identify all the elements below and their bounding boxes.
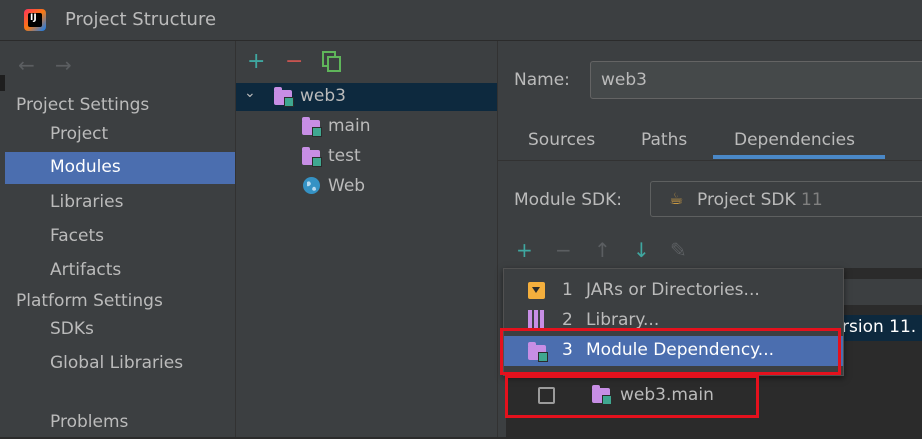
tree-node-test[interactable]: test <box>236 143 497 171</box>
chevron-down-icon[interactable]: ⌄ <box>244 85 256 101</box>
back-arrow-icon[interactable]: ← <box>18 53 35 77</box>
module-tree-panel: + − ⌄ web3 main test Web <box>236 41 498 437</box>
nav-item-artifacts[interactable]: Artifacts <box>5 255 235 287</box>
move-up-icon[interactable]: ↑ <box>594 238 611 262</box>
menu-item-number: 1 <box>562 280 573 300</box>
highlight-box-web3-main <box>505 375 759 418</box>
nav-item-label: Global Libraries <box>50 353 184 373</box>
module-name-field[interactable]: web3 <box>590 61 922 99</box>
move-down-icon[interactable]: ↓ <box>633 238 650 262</box>
tab-sources[interactable]: Sources <box>528 130 595 150</box>
nav-item-sdks[interactable]: SDKs <box>5 314 235 346</box>
table-header <box>842 279 922 305</box>
nav-item-global-libraries[interactable]: Global Libraries <box>5 348 235 380</box>
forward-arrow-icon[interactable]: → <box>55 53 72 77</box>
nav-item-libraries[interactable]: Libraries <box>5 187 235 219</box>
copy-icon[interactable] <box>322 51 342 79</box>
menu-item-label: Library... <box>586 310 660 330</box>
tree-node-main[interactable]: main <box>236 113 497 141</box>
library-icon <box>528 310 545 329</box>
java-cup-icon: ☕ <box>669 189 684 208</box>
active-tab-indicator <box>713 155 885 159</box>
module-folder-icon <box>274 87 294 107</box>
title-bar: IJ Project Structure <box>0 0 922 41</box>
intellij-logo-icon: IJ <box>24 9 46 31</box>
nav-item-label: Libraries <box>50 192 124 212</box>
edit-icon[interactable]: ✎ <box>670 238 687 262</box>
module-sdk-label: Module SDK: <box>514 190 622 210</box>
module-sdk-dropdown[interactable]: ☕ Project SDK 11 <box>650 181 922 217</box>
tree-node-label: test <box>328 146 361 166</box>
menu-item-jars-or-directories[interactable]: 1 JARs or Directories... <box>504 276 843 306</box>
module-name-value: web3 <box>601 70 647 90</box>
remove-dependency-icon[interactable]: − <box>555 238 572 262</box>
globe-icon <box>302 176 321 200</box>
tree-node-web3[interactable]: ⌄ web3 <box>236 83 497 111</box>
tab-dependencies[interactable]: Dependencies <box>734 130 855 150</box>
platform-settings-heading: Platform Settings <box>16 291 163 311</box>
settings-nav: ← → Project Settings Project Modules Lib… <box>5 41 236 437</box>
menu-item-label: JARs or Directories... <box>586 280 760 300</box>
add-icon[interactable]: + <box>247 49 265 74</box>
module-folder-icon <box>302 117 322 137</box>
add-dependency-icon[interactable]: + <box>516 238 533 262</box>
nav-item-problems[interactable]: Problems <box>5 407 235 439</box>
nav-item-label: Artifacts <box>50 260 122 280</box>
name-label: Name: <box>514 70 570 90</box>
jar-directory-icon <box>528 282 545 299</box>
menu-item-number: 2 <box>562 310 573 330</box>
sdk-value: Project SDK <box>697 190 796 210</box>
highlight-box-module-dependency <box>500 328 841 375</box>
module-folder-icon <box>302 147 322 167</box>
tree-node-label: main <box>328 116 371 136</box>
nav-item-project[interactable]: Project <box>5 119 235 151</box>
nav-item-label: Project <box>50 124 109 144</box>
tree-node-web[interactable]: Web <box>236 173 497 201</box>
sdk-version: 11 <box>801 190 823 210</box>
nav-item-label: Facets <box>50 226 104 246</box>
nav-item-label: Problems <box>50 412 129 432</box>
tab-paths[interactable]: Paths <box>641 130 687 150</box>
table-row-sdk[interactable]: rsion 11. <box>842 315 922 341</box>
tree-node-label: web3 <box>300 86 346 106</box>
nav-item-modules[interactable]: Modules <box>5 152 235 184</box>
remove-icon[interactable]: − <box>285 49 303 74</box>
tree-node-label: Web <box>328 176 366 196</box>
sdk-row-text: rsion 11. <box>842 317 917 337</box>
project-settings-heading: Project Settings <box>16 95 150 115</box>
nav-item-label: SDKs <box>50 319 94 339</box>
nav-item-label: Modules <box>50 157 121 177</box>
nav-item-facets[interactable]: Facets <box>5 221 235 253</box>
window-title: Project Structure <box>65 9 217 30</box>
